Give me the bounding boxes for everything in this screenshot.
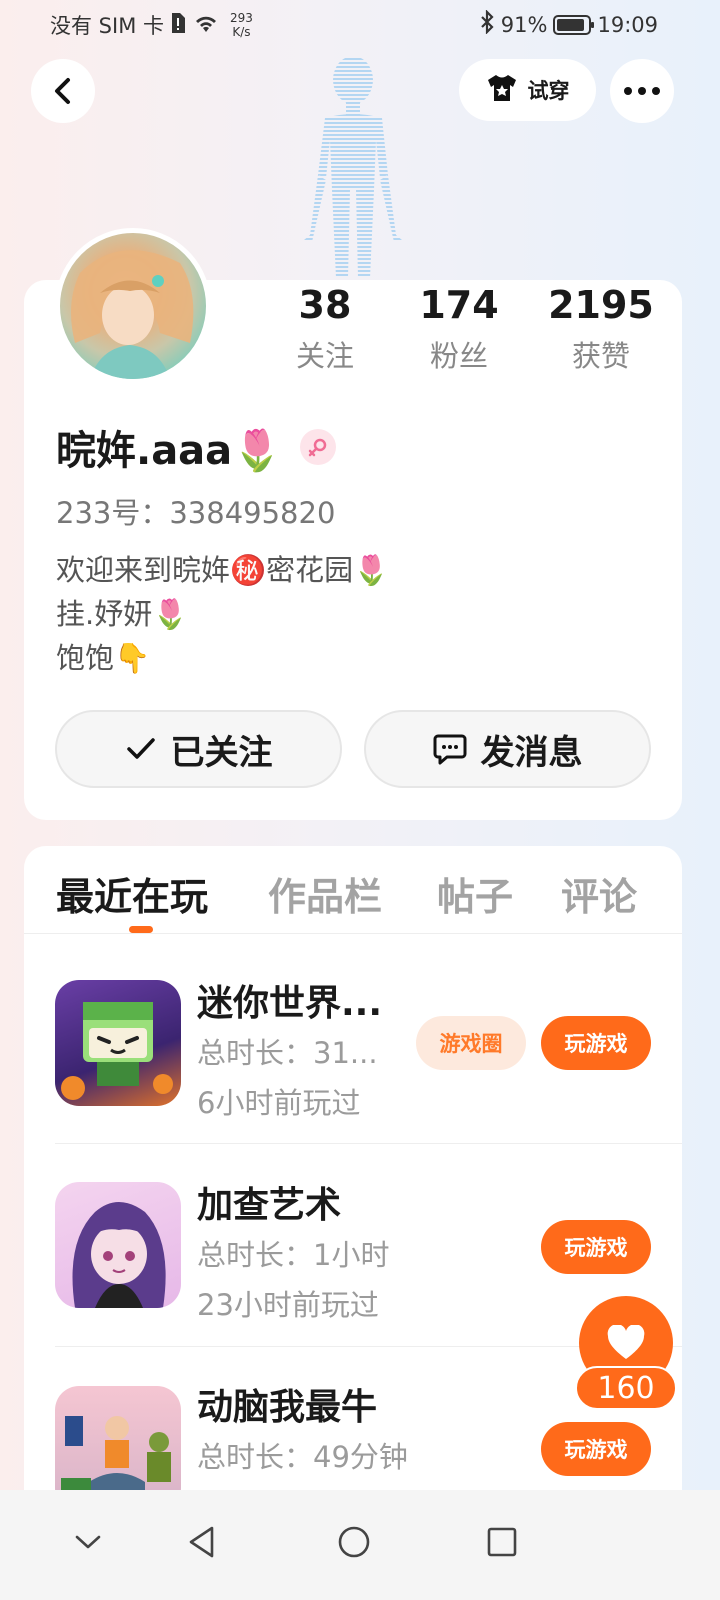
tab-comments[interactable]: 评论 bbox=[561, 866, 637, 921]
status-bar: 没有 SIM 卡 293 K/s 91% 19:09 bbox=[0, 0, 720, 50]
send-message-label: 发消息 bbox=[480, 732, 583, 773]
recents-square-icon bbox=[487, 1527, 517, 1557]
game-last-played-2: 23小时前玩过 bbox=[197, 1288, 379, 1322]
nav-back-button[interactable] bbox=[170, 1510, 234, 1574]
status-left: 没有 SIM 卡 293 K/s bbox=[50, 10, 253, 40]
game-duration-3: 总时长：49分钟 bbox=[197, 1440, 408, 1474]
nickname-text: 晥姩.aaa🌷 bbox=[56, 428, 282, 474]
stat-following[interactable]: 38 关注 bbox=[286, 285, 364, 373]
following-button[interactable]: 已关注 bbox=[55, 710, 342, 788]
tab-divider bbox=[24, 933, 682, 934]
tshirt-icon bbox=[486, 73, 518, 108]
bluetooth-icon bbox=[479, 9, 495, 39]
tab-active-indicator bbox=[129, 926, 153, 933]
like-count: 160 bbox=[575, 1366, 677, 1410]
nav-collapse-button[interactable] bbox=[56, 1510, 120, 1574]
game-icon-mini-world[interactable] bbox=[55, 980, 181, 1106]
stat-fans-label: 粉丝 bbox=[429, 339, 488, 373]
try-on-button[interactable]: 试穿 bbox=[459, 59, 596, 121]
network-speed: 293 K/s bbox=[230, 11, 253, 39]
more-button[interactable] bbox=[610, 59, 674, 123]
stat-fans[interactable]: 174 粉丝 bbox=[412, 285, 506, 373]
sim-icon bbox=[170, 12, 186, 39]
tab-works[interactable]: 作品栏 bbox=[268, 866, 382, 921]
battery-percent: 91% bbox=[500, 12, 548, 37]
send-message-button[interactable]: 发消息 bbox=[364, 710, 651, 788]
back-button[interactable] bbox=[31, 59, 95, 123]
account-id: 233号：338495820 bbox=[56, 496, 336, 530]
play-game-button-3[interactable]: 玩游戏 bbox=[541, 1422, 651, 1476]
tab-posts[interactable]: 帖子 bbox=[437, 866, 513, 921]
following-label: 已关注 bbox=[170, 732, 273, 773]
stat-fans-count: 174 bbox=[419, 283, 499, 327]
game-title-2[interactable]: 加查艺术 bbox=[197, 1176, 341, 1228]
network-speed-unit: K/s bbox=[232, 25, 251, 39]
heart-icon bbox=[607, 1325, 645, 1359]
chevron-down-icon bbox=[75, 1535, 101, 1549]
game-circle-button[interactable]: 游戏圈 bbox=[416, 1016, 526, 1070]
avatar[interactable] bbox=[55, 228, 211, 384]
stat-likes-count: 2195 bbox=[548, 283, 654, 327]
avatar-figure-hologram bbox=[290, 50, 420, 280]
battery-icon bbox=[553, 14, 595, 35]
home-circle-icon bbox=[338, 1526, 370, 1558]
stat-following-count: 38 bbox=[298, 283, 352, 327]
stat-likes-label: 获赞 bbox=[571, 339, 630, 373]
bio-line-3: 饱饱👇 bbox=[56, 641, 151, 675]
nickname: 晥姩.aaa🌷 bbox=[56, 418, 336, 476]
game-last-played-1: 6小时前玩过 bbox=[197, 1086, 361, 1120]
game-duration-1: 总时长：31... bbox=[197, 1036, 378, 1070]
bio-line-2: 挂.妤妍🌷 bbox=[56, 597, 189, 631]
game-title-1[interactable]: 迷你世界... bbox=[197, 974, 382, 1026]
nav-recents-button[interactable] bbox=[470, 1510, 534, 1574]
chat-bubble-icon bbox=[433, 734, 466, 765]
stat-likes[interactable]: 2195 获赞 bbox=[545, 285, 657, 373]
network-speed-value: 293 bbox=[230, 11, 253, 25]
play-game-button-1[interactable]: 玩游戏 bbox=[541, 1016, 651, 1070]
back-triangle-icon bbox=[189, 1526, 214, 1558]
battery-level-fill bbox=[557, 18, 585, 31]
wifi-icon bbox=[192, 12, 220, 39]
tab-recently-played[interactable]: 最近在玩 bbox=[56, 866, 208, 921]
nav-home-button[interactable] bbox=[322, 1510, 386, 1574]
check-icon bbox=[126, 738, 155, 759]
play-game-button-2[interactable]: 玩游戏 bbox=[541, 1220, 651, 1274]
try-on-label: 试穿 bbox=[527, 79, 570, 103]
bio: 欢迎来到晥姩㊙️密花园🌷 挂.妤妍🌷 饱饱👇 bbox=[56, 548, 389, 680]
status-right: 91% 19:09 bbox=[479, 9, 658, 39]
more-dots-icon bbox=[624, 87, 660, 95]
carrier-text: 没有 SIM 卡 bbox=[50, 14, 164, 38]
female-icon bbox=[299, 429, 336, 465]
system-nav-bar bbox=[0, 1490, 720, 1600]
game-title-3[interactable]: 动脑我最牛 bbox=[197, 1378, 377, 1430]
clock: 19:09 bbox=[597, 12, 658, 37]
game-duration-2: 总时长：1小时 bbox=[197, 1238, 390, 1272]
chevron-left-icon bbox=[55, 78, 70, 104]
stat-following-label: 关注 bbox=[295, 339, 354, 373]
game-icon-gacha-art[interactable] bbox=[55, 1182, 181, 1308]
bio-line-1: 欢迎来到晥姩㊙️密花园🌷 bbox=[56, 553, 390, 587]
row-divider bbox=[55, 1143, 682, 1144]
